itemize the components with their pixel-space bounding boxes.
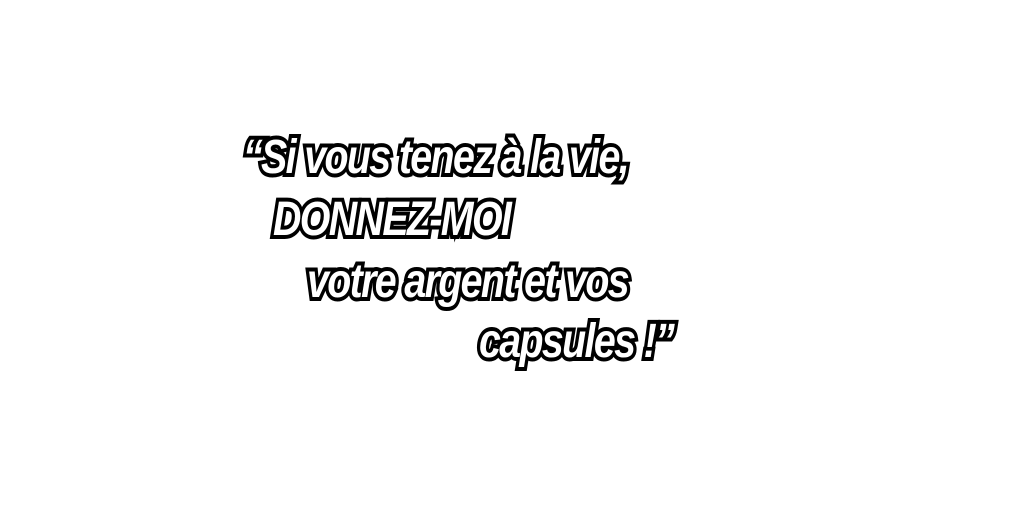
quote-line-2: DONNEZ-MOI bbox=[270, 192, 515, 248]
quote-canvas: “Si vous tenez à la vie, DONNEZ-MOI votr… bbox=[0, 0, 1024, 512]
quote-line-1: “Si vous tenez à la vie, bbox=[240, 130, 633, 186]
quote-line-4: capsules !” bbox=[476, 314, 678, 370]
quote-line-3: votre argent et vos bbox=[304, 254, 633, 310]
